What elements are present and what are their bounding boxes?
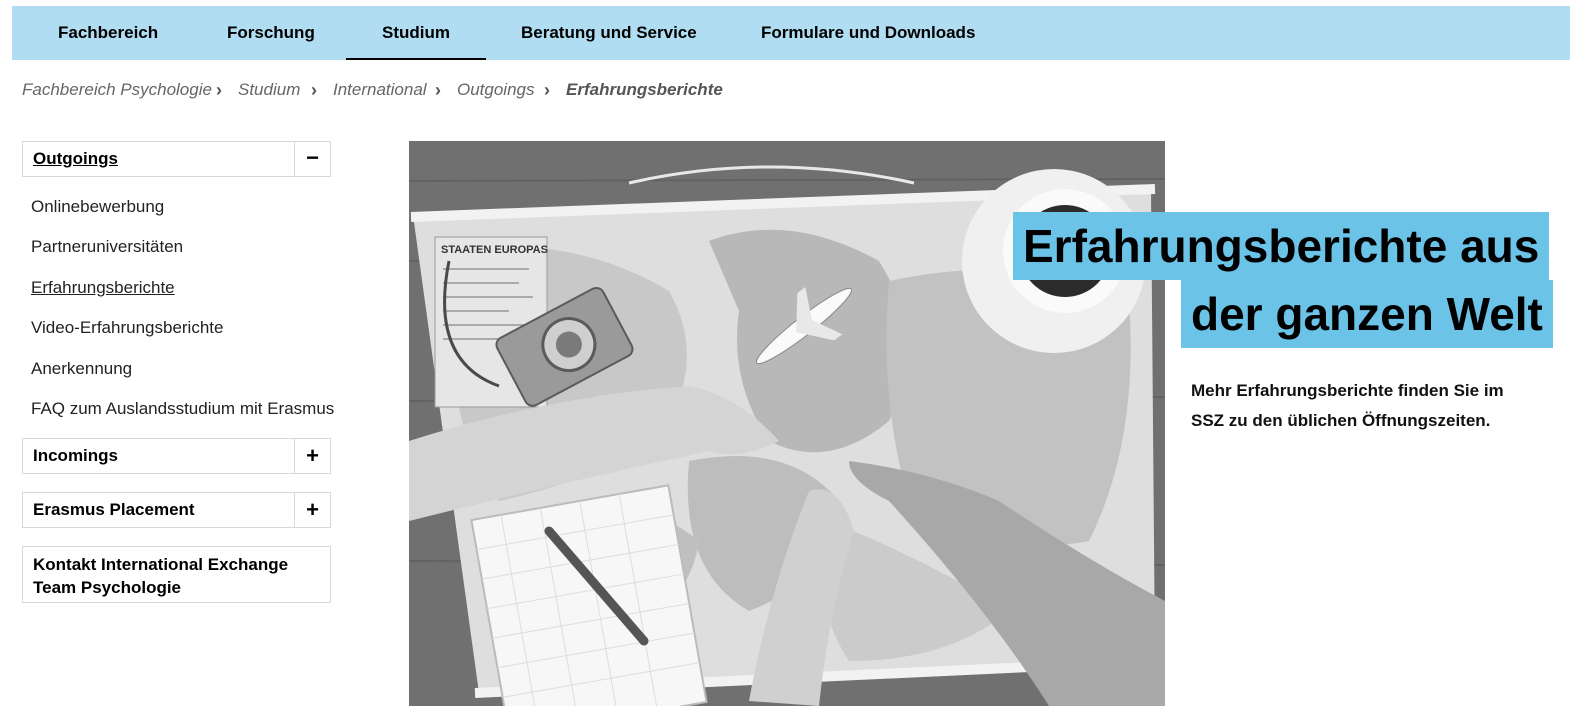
breadcrumb-international[interactable]: International bbox=[333, 80, 427, 100]
accordion-incomings-title[interactable]: Incomings bbox=[33, 439, 118, 473]
breadcrumb-separator-icon: › bbox=[544, 80, 550, 100]
map-title: STAATEN EUROPAS bbox=[441, 244, 548, 256]
breadcrumb-outgoings[interactable]: Outgoings bbox=[457, 80, 535, 100]
sidebar-item-anerkennung[interactable]: Anerkennung bbox=[31, 359, 132, 379]
breadcrumb-separator-icon: › bbox=[435, 80, 441, 100]
sidebar-item-erfahrungsberichte[interactable]: Erfahrungsberichte bbox=[31, 278, 175, 298]
page-heading-line-1: Erfahrungsberichte aus bbox=[1013, 212, 1550, 280]
kontakt-line-2[interactable]: Team Psychologie bbox=[33, 576, 181, 599]
breadcrumb-separator-icon: › bbox=[311, 80, 317, 100]
sidebar-item-onlinebewerbung[interactable]: Onlinebewerbung bbox=[31, 197, 164, 217]
sidebar-item-video-erfahrungsberichte[interactable]: Video-Erfahrungsberichte bbox=[31, 318, 223, 338]
intro-text-line-1: Mehr Erfahrungsberichte finden Sie im bbox=[1191, 381, 1504, 400]
nav-item-beratung-und-service[interactable]: Beratung und Service bbox=[521, 6, 697, 60]
expand-plus-icon[interactable]: + bbox=[294, 439, 330, 473]
sidebar-item-partneruniversitaeten[interactable]: Partneruniversitäten bbox=[31, 237, 183, 257]
sidebar-item-faq-erasmus[interactable]: FAQ zum Auslandsstudium mit Erasmus bbox=[31, 399, 334, 419]
accordion-erasmus-placement[interactable]: Erasmus Placement + bbox=[22, 492, 331, 528]
kontakt-line-1[interactable]: Kontakt International Exchange bbox=[33, 553, 288, 576]
collapse-minus-icon[interactable]: − bbox=[294, 142, 330, 176]
nav-item-forschung[interactable]: Forschung bbox=[227, 6, 315, 60]
breadcrumb-separator-icon: › bbox=[216, 80, 222, 100]
accordion-incomings[interactable]: Incomings + bbox=[22, 438, 331, 474]
sidebar-kontakt-link[interactable]: Kontakt International Exchange Team Psyc… bbox=[22, 546, 331, 603]
breadcrumb-current-page: Erfahrungsberichte bbox=[566, 80, 723, 99]
accordion-outgoings[interactable]: Outgoings − bbox=[22, 141, 331, 177]
accordion-outgoings-title[interactable]: Outgoings bbox=[33, 142, 118, 176]
intro-text: Mehr Erfahrungsberichte finden Sie im SS… bbox=[1191, 376, 1551, 436]
breadcrumb-studium[interactable]: Studium bbox=[238, 80, 300, 100]
nav-item-studium[interactable]: Studium bbox=[346, 6, 486, 60]
main-navigation: Fachbereich Forschung Studium Beratung u… bbox=[12, 6, 1570, 60]
breadcrumb-fachbereich-psychologie[interactable]: Fachbereich Psychologie bbox=[22, 80, 212, 100]
accordion-erasmus-placement-title[interactable]: Erasmus Placement bbox=[33, 493, 195, 527]
nav-item-formulare-und-downloads[interactable]: Formulare und Downloads bbox=[761, 6, 975, 60]
intro-text-line-2: SSZ zu den üblichen Öffnungszeiten. bbox=[1191, 411, 1491, 430]
page-heading-line-2: der ganzen Welt bbox=[1181, 280, 1553, 348]
expand-plus-icon[interactable]: + bbox=[294, 493, 330, 527]
nav-item-fachbereich[interactable]: Fachbereich bbox=[58, 6, 158, 60]
